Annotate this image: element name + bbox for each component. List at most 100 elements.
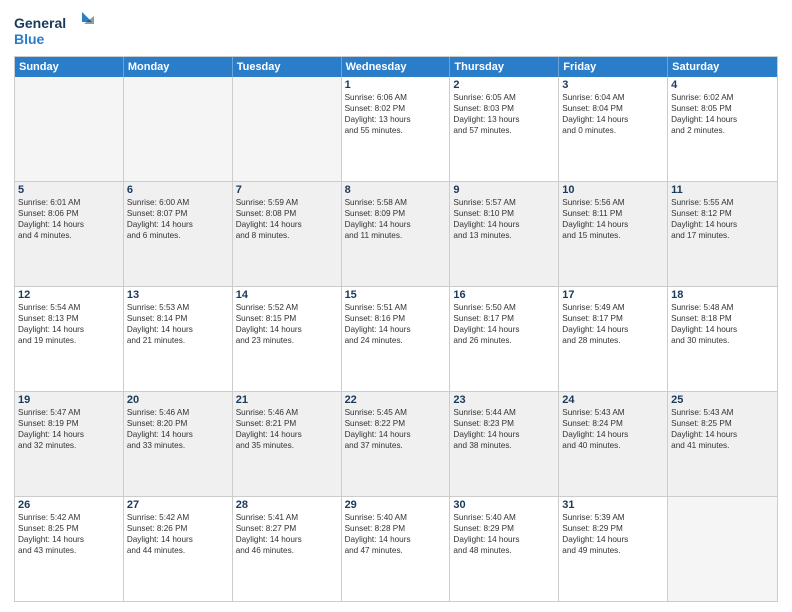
calendar-cell-day-25: 25Sunrise: 5:43 AM Sunset: 8:25 PM Dayli… xyxy=(668,392,777,496)
day-number: 4 xyxy=(671,79,774,91)
calendar-row-3: 12Sunrise: 5:54 AM Sunset: 8:13 PM Dayli… xyxy=(15,287,777,392)
calendar-cell-day-1: 1Sunrise: 6:06 AM Sunset: 8:02 PM Daylig… xyxy=(342,77,451,181)
day-number: 31 xyxy=(562,499,664,511)
day-number: 8 xyxy=(345,184,447,196)
calendar-cell-day-8: 8Sunrise: 5:58 AM Sunset: 8:09 PM Daylig… xyxy=(342,182,451,286)
day-detail: Sunrise: 5:43 AM Sunset: 8:24 PM Dayligh… xyxy=(562,407,664,451)
day-detail: Sunrise: 5:45 AM Sunset: 8:22 PM Dayligh… xyxy=(345,407,447,451)
day-detail: Sunrise: 6:05 AM Sunset: 8:03 PM Dayligh… xyxy=(453,92,555,136)
calendar-cell-day-11: 11Sunrise: 5:55 AM Sunset: 8:12 PM Dayli… xyxy=(668,182,777,286)
calendar-cell-day-2: 2Sunrise: 6:05 AM Sunset: 8:03 PM Daylig… xyxy=(450,77,559,181)
calendar-cell-day-29: 29Sunrise: 5:40 AM Sunset: 8:28 PM Dayli… xyxy=(342,497,451,601)
calendar-row-2: 5Sunrise: 6:01 AM Sunset: 8:06 PM Daylig… xyxy=(15,182,777,287)
day-detail: Sunrise: 5:41 AM Sunset: 8:27 PM Dayligh… xyxy=(236,512,338,556)
day-number: 27 xyxy=(127,499,229,511)
day-detail: Sunrise: 5:42 AM Sunset: 8:26 PM Dayligh… xyxy=(127,512,229,556)
day-number: 20 xyxy=(127,394,229,406)
calendar: SundayMondayTuesdayWednesdayThursdayFrid… xyxy=(14,56,778,602)
calendar-cell-day-19: 19Sunrise: 5:47 AM Sunset: 8:19 PM Dayli… xyxy=(15,392,124,496)
day-number: 17 xyxy=(562,289,664,301)
day-detail: Sunrise: 5:55 AM Sunset: 8:12 PM Dayligh… xyxy=(671,197,774,241)
day-number: 11 xyxy=(671,184,774,196)
day-number: 13 xyxy=(127,289,229,301)
calendar-cell-day-26: 26Sunrise: 5:42 AM Sunset: 8:25 PM Dayli… xyxy=(15,497,124,601)
calendar-cell-empty xyxy=(124,77,233,181)
day-number: 5 xyxy=(18,184,120,196)
calendar-cell-day-16: 16Sunrise: 5:50 AM Sunset: 8:17 PM Dayli… xyxy=(450,287,559,391)
calendar-cell-day-5: 5Sunrise: 6:01 AM Sunset: 8:06 PM Daylig… xyxy=(15,182,124,286)
calendar-cell-day-13: 13Sunrise: 5:53 AM Sunset: 8:14 PM Dayli… xyxy=(124,287,233,391)
calendar-weekday-saturday: Saturday xyxy=(668,57,777,77)
day-detail: Sunrise: 6:02 AM Sunset: 8:05 PM Dayligh… xyxy=(671,92,774,136)
day-detail: Sunrise: 5:58 AM Sunset: 8:09 PM Dayligh… xyxy=(345,197,447,241)
day-detail: Sunrise: 6:00 AM Sunset: 8:07 PM Dayligh… xyxy=(127,197,229,241)
day-detail: Sunrise: 5:54 AM Sunset: 8:13 PM Dayligh… xyxy=(18,302,120,346)
calendar-cell-day-20: 20Sunrise: 5:46 AM Sunset: 8:20 PM Dayli… xyxy=(124,392,233,496)
day-number: 24 xyxy=(562,394,664,406)
day-number: 1 xyxy=(345,79,447,91)
day-detail: Sunrise: 5:46 AM Sunset: 8:20 PM Dayligh… xyxy=(127,407,229,451)
calendar-cell-day-21: 21Sunrise: 5:46 AM Sunset: 8:21 PM Dayli… xyxy=(233,392,342,496)
calendar-row-5: 26Sunrise: 5:42 AM Sunset: 8:25 PM Dayli… xyxy=(15,497,777,601)
day-detail: Sunrise: 5:39 AM Sunset: 8:29 PM Dayligh… xyxy=(562,512,664,556)
day-number: 29 xyxy=(345,499,447,511)
calendar-cell-day-6: 6Sunrise: 6:00 AM Sunset: 8:07 PM Daylig… xyxy=(124,182,233,286)
day-number: 28 xyxy=(236,499,338,511)
day-detail: Sunrise: 5:46 AM Sunset: 8:21 PM Dayligh… xyxy=(236,407,338,451)
day-number: 19 xyxy=(18,394,120,406)
day-number: 12 xyxy=(18,289,120,301)
day-number: 15 xyxy=(345,289,447,301)
calendar-cell-day-9: 9Sunrise: 5:57 AM Sunset: 8:10 PM Daylig… xyxy=(450,182,559,286)
calendar-weekday-thursday: Thursday xyxy=(450,57,559,77)
day-number: 7 xyxy=(236,184,338,196)
day-number: 3 xyxy=(562,79,664,91)
day-detail: Sunrise: 5:51 AM Sunset: 8:16 PM Dayligh… xyxy=(345,302,447,346)
calendar-cell-day-31: 31Sunrise: 5:39 AM Sunset: 8:29 PM Dayli… xyxy=(559,497,668,601)
day-number: 23 xyxy=(453,394,555,406)
calendar-cell-day-28: 28Sunrise: 5:41 AM Sunset: 8:27 PM Dayli… xyxy=(233,497,342,601)
calendar-header: SundayMondayTuesdayWednesdayThursdayFrid… xyxy=(15,57,777,77)
calendar-cell-day-17: 17Sunrise: 5:49 AM Sunset: 8:17 PM Dayli… xyxy=(559,287,668,391)
calendar-weekday-wednesday: Wednesday xyxy=(342,57,451,77)
day-number: 22 xyxy=(345,394,447,406)
day-detail: Sunrise: 5:44 AM Sunset: 8:23 PM Dayligh… xyxy=(453,407,555,451)
calendar-cell-day-24: 24Sunrise: 5:43 AM Sunset: 8:24 PM Dayli… xyxy=(559,392,668,496)
calendar-weekday-monday: Monday xyxy=(124,57,233,77)
calendar-cell-day-14: 14Sunrise: 5:52 AM Sunset: 8:15 PM Dayli… xyxy=(233,287,342,391)
day-number: 2 xyxy=(453,79,555,91)
svg-text:General: General xyxy=(14,15,66,31)
calendar-cell-empty xyxy=(15,77,124,181)
day-number: 16 xyxy=(453,289,555,301)
calendar-cell-empty xyxy=(233,77,342,181)
day-number: 18 xyxy=(671,289,774,301)
svg-text:Blue: Blue xyxy=(14,31,45,47)
day-detail: Sunrise: 5:56 AM Sunset: 8:11 PM Dayligh… xyxy=(562,197,664,241)
day-detail: Sunrise: 5:52 AM Sunset: 8:15 PM Dayligh… xyxy=(236,302,338,346)
calendar-weekday-friday: Friday xyxy=(559,57,668,77)
calendar-weekday-tuesday: Tuesday xyxy=(233,57,342,77)
day-number: 9 xyxy=(453,184,555,196)
day-detail: Sunrise: 6:04 AM Sunset: 8:04 PM Dayligh… xyxy=(562,92,664,136)
day-number: 6 xyxy=(127,184,229,196)
calendar-cell-day-15: 15Sunrise: 5:51 AM Sunset: 8:16 PM Dayli… xyxy=(342,287,451,391)
calendar-cell-day-4: 4Sunrise: 6:02 AM Sunset: 8:05 PM Daylig… xyxy=(668,77,777,181)
calendar-cell-day-3: 3Sunrise: 6:04 AM Sunset: 8:04 PM Daylig… xyxy=(559,77,668,181)
calendar-cell-day-27: 27Sunrise: 5:42 AM Sunset: 8:26 PM Dayli… xyxy=(124,497,233,601)
day-detail: Sunrise: 5:50 AM Sunset: 8:17 PM Dayligh… xyxy=(453,302,555,346)
calendar-cell-day-7: 7Sunrise: 5:59 AM Sunset: 8:08 PM Daylig… xyxy=(233,182,342,286)
calendar-cell-empty xyxy=(668,497,777,601)
calendar-cell-day-22: 22Sunrise: 5:45 AM Sunset: 8:22 PM Dayli… xyxy=(342,392,451,496)
day-detail: Sunrise: 5:48 AM Sunset: 8:18 PM Dayligh… xyxy=(671,302,774,346)
day-number: 14 xyxy=(236,289,338,301)
logo: General Blue xyxy=(14,10,94,50)
calendar-cell-day-30: 30Sunrise: 5:40 AM Sunset: 8:29 PM Dayli… xyxy=(450,497,559,601)
day-detail: Sunrise: 5:47 AM Sunset: 8:19 PM Dayligh… xyxy=(18,407,120,451)
day-detail: Sunrise: 5:42 AM Sunset: 8:25 PM Dayligh… xyxy=(18,512,120,556)
day-detail: Sunrise: 6:06 AM Sunset: 8:02 PM Dayligh… xyxy=(345,92,447,136)
calendar-weekday-sunday: Sunday xyxy=(15,57,124,77)
day-detail: Sunrise: 5:59 AM Sunset: 8:08 PM Dayligh… xyxy=(236,197,338,241)
page-header: General Blue xyxy=(14,10,778,50)
day-number: 30 xyxy=(453,499,555,511)
logo-svg: General Blue xyxy=(14,10,94,50)
day-number: 26 xyxy=(18,499,120,511)
